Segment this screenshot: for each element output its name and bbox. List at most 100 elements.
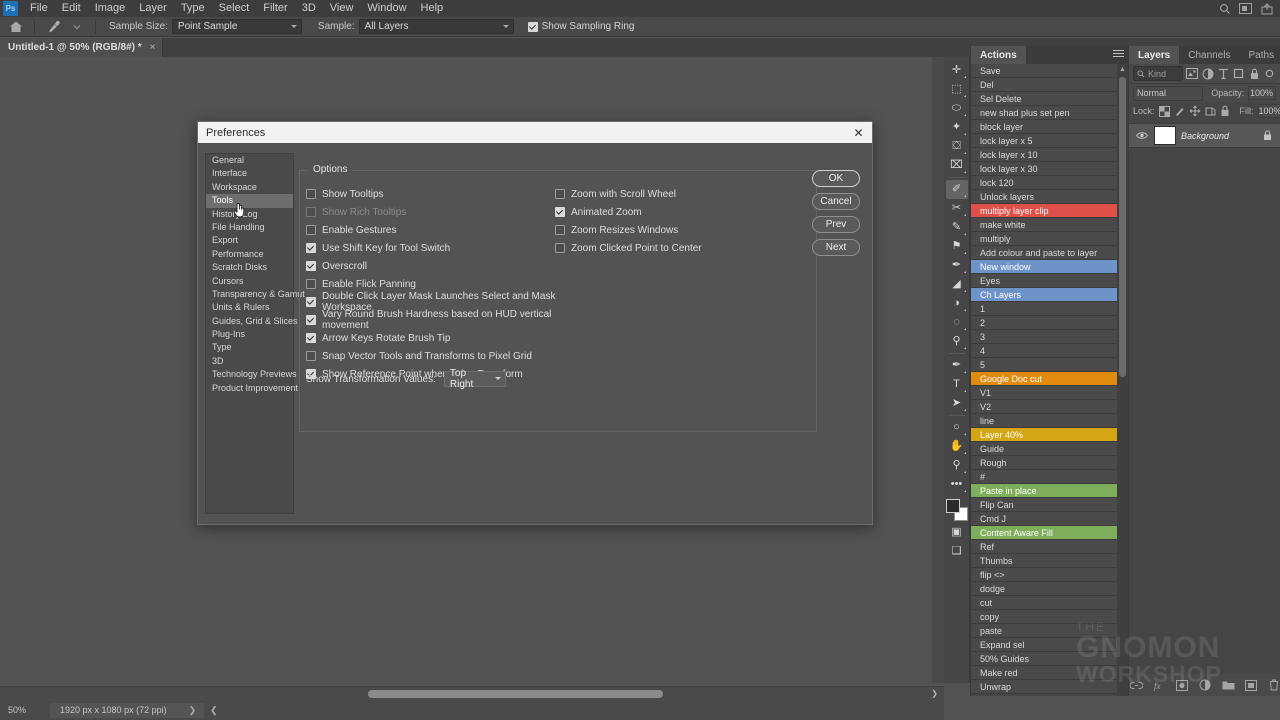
eraser-tool[interactable]: ◢ (946, 275, 968, 294)
action-row[interactable]: 3 (971, 330, 1118, 344)
transformation-values-select[interactable]: Top Right (443, 368, 506, 390)
preferences-category-guides-grid-slices[interactable]: Guides, Grid & Slices (206, 315, 298, 328)
action-row[interactable]: Rough (971, 456, 1118, 470)
option-show-tooltips[interactable]: Show Tooltips (306, 185, 556, 203)
layer-mask-icon[interactable] (1175, 678, 1189, 692)
action-row[interactable]: Paste in place (971, 484, 1118, 498)
dialog-title-bar[interactable]: Preferences ✕ (198, 122, 872, 143)
action-row[interactable]: line (971, 414, 1118, 428)
gradient-tool[interactable]: ◑ (946, 294, 968, 313)
document-tab[interactable]: Untitled-1 @ 50% (RGB/8#) * × (0, 38, 163, 57)
crop-tool[interactable]: ⛋ (946, 137, 968, 156)
new-group-icon[interactable] (1221, 678, 1235, 692)
actions-scrollbar[interactable]: ▲ (1117, 64, 1128, 696)
eyedropper-icon[interactable] (44, 19, 63, 34)
menu-image[interactable]: Image (88, 0, 133, 17)
move-tool[interactable]: ✛ (946, 61, 968, 80)
quick-selection-tool[interactable]: ✦ (946, 118, 968, 137)
menu-type[interactable]: Type (174, 0, 212, 17)
type-filter-icon[interactable] (1217, 66, 1230, 81)
shape-filter-icon[interactable] (1232, 66, 1245, 81)
action-row[interactable]: new shad plus set pen (971, 106, 1118, 120)
preferences-category-workspace[interactable]: Workspace (206, 181, 293, 194)
scrollbar-thumb[interactable] (368, 690, 663, 698)
menu-window[interactable]: Window (360, 0, 413, 17)
action-row[interactable]: Flip Can (971, 498, 1118, 512)
workspace-icon[interactable] (1236, 1, 1255, 16)
menu-3d[interactable]: 3D (295, 0, 323, 17)
color-swatches[interactable] (945, 498, 969, 522)
preferences-category-technology-previews[interactable]: Technology Previews (206, 368, 297, 381)
path-selection-tool[interactable]: ➤ (946, 394, 968, 413)
preferences-category-file-handling[interactable]: File Handling (206, 221, 293, 234)
action-row[interactable]: Guide (971, 442, 1118, 456)
lock-all-icon[interactable] (1220, 104, 1230, 119)
preferences-category-interface[interactable]: Interface (206, 167, 293, 180)
eyedropper-tool[interactable]: ✐ (945, 180, 968, 199)
action-row[interactable]: dodge (971, 582, 1118, 596)
dodge-tool[interactable]: ⚲ (946, 332, 968, 351)
action-row[interactable]: cut (971, 596, 1118, 610)
cancel-button[interactable]: Cancel (812, 193, 860, 210)
close-icon[interactable]: ✕ (852, 126, 865, 140)
action-row[interactable]: block layer (971, 120, 1118, 134)
chevron-up-icon[interactable]: ▲ (1117, 64, 1128, 75)
action-row[interactable]: paste (971, 624, 1118, 638)
tab-channels[interactable]: Channels (1179, 46, 1239, 64)
rectangular-marquee-tool[interactable]: ⬚ (946, 80, 968, 99)
screen-mode-icon[interactable]: ❑ (946, 541, 968, 560)
share-icon[interactable] (1257, 1, 1276, 16)
action-row[interactable]: Ref (971, 540, 1118, 554)
canvas-vertical-scrollbar[interactable] (932, 57, 944, 683)
tool-preset-chevron-down-icon[interactable] (67, 19, 86, 34)
image-filter-icon[interactable] (1186, 66, 1199, 81)
action-row[interactable]: Content Aware Fill (971, 526, 1118, 540)
layer-kind-filter[interactable]: Kind (1133, 66, 1183, 81)
action-row[interactable]: lock layer x 5 (971, 134, 1118, 148)
ok-button[interactable]: OK (812, 170, 860, 187)
panel-menu-icon[interactable] (1113, 50, 1124, 60)
action-row[interactable]: Eyes (971, 274, 1118, 288)
zoom-tool[interactable]: ⚲ (946, 456, 968, 475)
preferences-category-list[interactable]: General Interface Workspace Tools History Lo… (205, 153, 305, 514)
action-row[interactable]: 1 (971, 302, 1118, 316)
chevron-left-icon[interactable]: ❮ (210, 705, 218, 716)
lock-position-icon[interactable] (1189, 104, 1201, 119)
preferences-category-performance[interactable]: Performance (206, 248, 293, 261)
menu-select[interactable]: Select (212, 0, 257, 17)
close-icon[interactable]: × (150, 42, 156, 53)
actions-list[interactable]: Save Del Sel Delete new shad plus set pen bl… (971, 64, 1118, 696)
action-row[interactable]: Thumbs (971, 554, 1118, 568)
layer-thumbnail[interactable] (1154, 126, 1176, 145)
action-row[interactable]: 2 (971, 316, 1118, 330)
action-row[interactable]: Ch Layers (971, 288, 1118, 302)
opacity-field[interactable]: 100% (1248, 86, 1276, 100)
action-row[interactable]: V1 (971, 386, 1118, 400)
healing-brush-tool[interactable]: ✂ (946, 199, 968, 218)
action-row[interactable]: Add colour and paste to layer (971, 246, 1118, 260)
tab-layers[interactable]: Layers (1129, 46, 1180, 64)
preferences-category-general[interactable]: General (206, 154, 293, 167)
chevron-right-icon[interactable]: ❯ (931, 689, 938, 698)
action-row[interactable]: 4 (971, 344, 1118, 358)
action-row[interactable]: multiply (971, 232, 1118, 246)
lasso-tool[interactable]: ⬭ (946, 99, 968, 118)
option-enable-gestures[interactable]: Enable Gestures (306, 221, 556, 239)
hand-tool[interactable]: ✋ (946, 437, 968, 456)
option-zoom-with-scroll-wheel[interactable]: Zoom with Scroll Wheel (555, 185, 805, 203)
action-row[interactable]: lock layer x 30 (971, 162, 1118, 176)
adjustment-layer-icon[interactable] (1198, 678, 1212, 692)
menu-filter[interactable]: Filter (256, 0, 294, 17)
preferences-category-scratch-disks[interactable]: Scratch Disks (206, 261, 293, 274)
show-sampling-ring-checkbox[interactable]: Show Sampling Ring (527, 21, 634, 32)
frame-tool[interactable]: ⌧ (946, 156, 968, 175)
layer-row-background[interactable]: Background (1129, 123, 1280, 148)
option-animated-zoom[interactable]: Animated Zoom (555, 203, 805, 221)
blur-tool[interactable]: ◌ (946, 313, 968, 332)
lock-image-icon[interactable] (1174, 104, 1185, 119)
action-row[interactable]: New window (971, 260, 1118, 274)
action-row[interactable]: lock 120 (971, 176, 1118, 190)
adjustment-filter-icon[interactable] (1201, 66, 1214, 81)
option-zoom-clicked-point-to-center[interactable]: Zoom Clicked Point to Center (555, 239, 805, 257)
action-row[interactable]: 5 (971, 358, 1118, 372)
